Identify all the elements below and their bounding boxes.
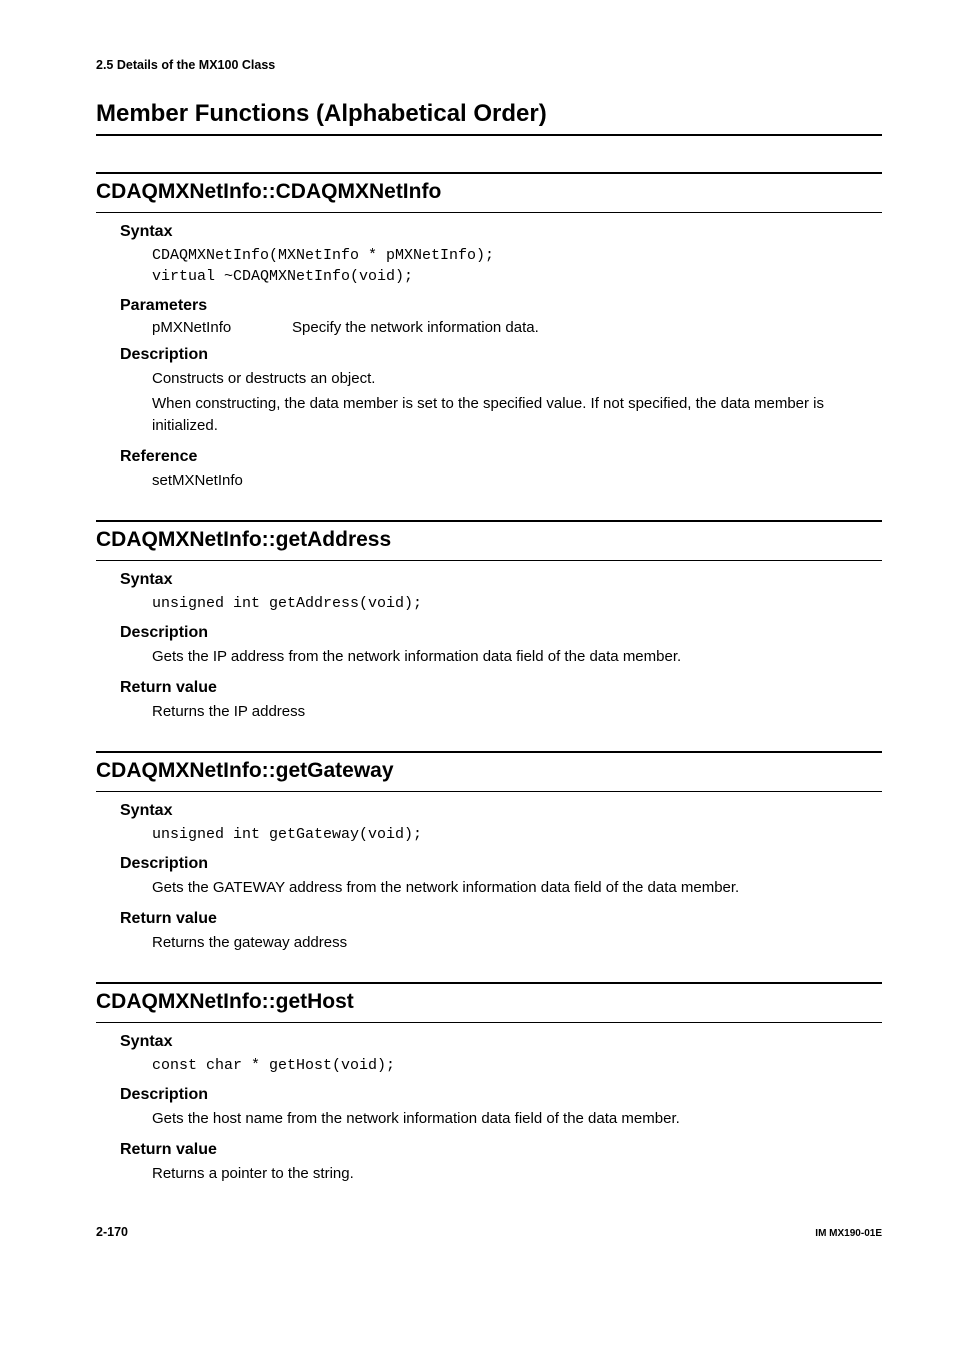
description-label: Description [120, 855, 882, 873]
class-heading-getaddress: CDAQMXNetInfo::getAddress [96, 520, 882, 561]
description-text: Gets the host name from the network info… [152, 1108, 882, 1131]
return-value-text: Returns the IP address [152, 701, 882, 724]
reference-label: Reference [120, 448, 882, 466]
parameters-label: Parameters [120, 297, 882, 315]
page-number: 2-170 [96, 1225, 128, 1239]
description-text: Constructs or destructs an object. [152, 368, 882, 391]
description-text: Gets the GATEWAY address from the networ… [152, 877, 882, 900]
description-label: Description [120, 624, 882, 642]
return-value-text: Returns the gateway address [152, 932, 882, 955]
syntax-code: unsigned int getAddress(void); [152, 593, 882, 614]
return-value-label: Return value [120, 1141, 882, 1159]
return-value-label: Return value [120, 679, 882, 697]
description-label: Description [120, 1086, 882, 1104]
description-label: Description [120, 346, 882, 364]
parameter-name: pMXNetInfo [152, 319, 292, 336]
syntax-code: unsigned int getGateway(void); [152, 824, 882, 845]
syntax-label: Syntax [120, 802, 882, 820]
syntax-code: CDAQMXNetInfo(MXNetInfo * pMXNetInfo); v… [152, 245, 882, 287]
description-text: When constructing, the data member is se… [152, 393, 882, 438]
syntax-label: Syntax [120, 1033, 882, 1051]
reference-text: setMXNetInfo [152, 470, 882, 493]
syntax-label: Syntax [120, 571, 882, 589]
parameter-row: pMXNetInfo Specify the network informati… [152, 319, 882, 336]
syntax-label: Syntax [120, 223, 882, 241]
parameter-description: Specify the network information data. [292, 319, 882, 336]
page-footer: 2-170 IM MX190-01E [96, 1225, 882, 1239]
document-id: IM MX190-01E [815, 1228, 882, 1239]
section-header: 2.5 Details of the MX100 Class [96, 58, 882, 72]
return-value-label: Return value [120, 910, 882, 928]
description-text: Gets the IP address from the network inf… [152, 646, 882, 669]
page-title: Member Functions (Alphabetical Order) [96, 100, 882, 136]
class-heading-gethost: CDAQMXNetInfo::getHost [96, 982, 882, 1023]
return-value-text: Returns a pointer to the string. [152, 1163, 882, 1186]
syntax-code: const char * getHost(void); [152, 1055, 882, 1076]
class-heading-cdaqmxnetinfo: CDAQMXNetInfo::CDAQMXNetInfo [96, 172, 882, 213]
class-heading-getgateway: CDAQMXNetInfo::getGateway [96, 751, 882, 792]
